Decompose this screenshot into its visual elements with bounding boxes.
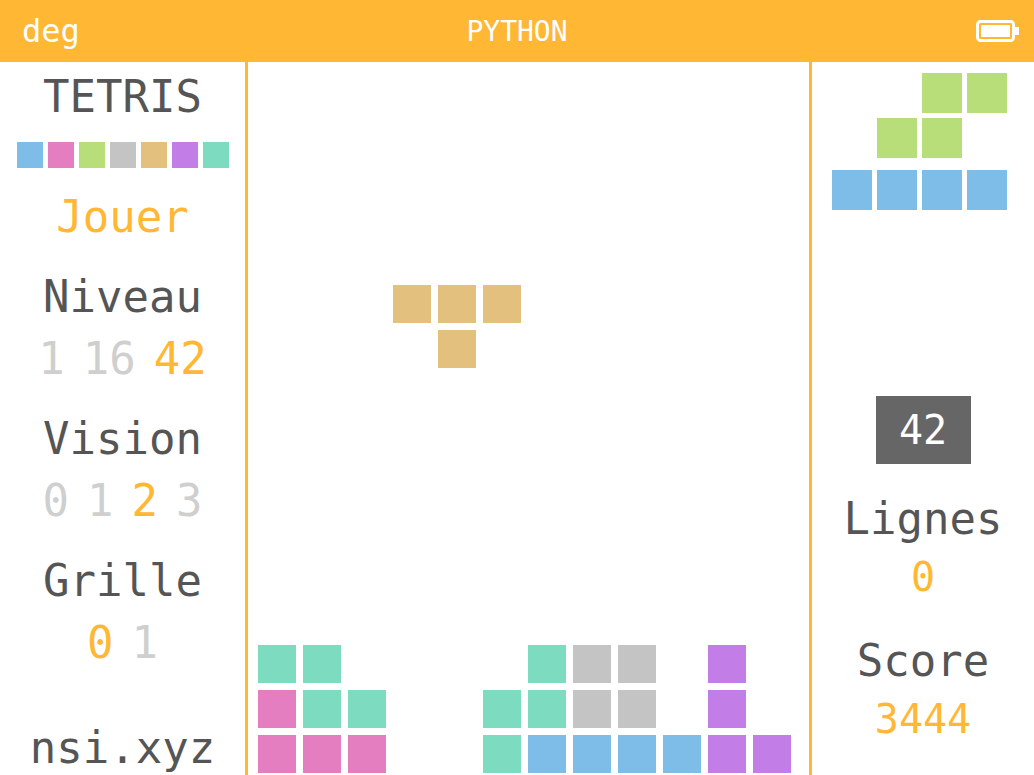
board-cell: [573, 735, 611, 773]
board-cell: [303, 690, 341, 728]
setting-option[interactable]: 16: [83, 328, 136, 390]
palette-swatch: [203, 142, 229, 168]
setting-option[interactable]: 1: [87, 470, 114, 532]
piece-cell: [967, 170, 1007, 210]
piece-cell: [922, 73, 962, 113]
board-cell: [573, 690, 611, 728]
site-link[interactable]: nsi.xyz: [30, 723, 215, 775]
board-cell: [483, 690, 521, 728]
setting-option[interactable]: 42: [154, 328, 207, 390]
color-palette: [17, 142, 229, 168]
lines-label: Lignes: [844, 490, 1003, 548]
game-board: [245, 62, 812, 775]
info-panel: 42 Lignes0 Score3444: [812, 62, 1034, 775]
menu-panel: TETRISJouerNiveau11642Vision0123Grille01…: [0, 62, 245, 775]
board-cell: [663, 735, 701, 773]
setting-option[interactable]: 1: [131, 612, 158, 674]
angle-unit: deg: [22, 12, 80, 50]
next-piece: [832, 73, 1034, 158]
piece-cell: [922, 118, 962, 158]
board-cell: [753, 735, 791, 773]
score-label: Score: [857, 632, 989, 690]
setting: Grille01: [43, 550, 202, 674]
palette-swatch: [141, 142, 167, 168]
palette-swatch: [172, 142, 198, 168]
board-cell: [258, 690, 296, 728]
setting-option[interactable]: 0: [43, 470, 70, 532]
board-cell: [258, 735, 296, 773]
palette-swatch: [48, 142, 74, 168]
setting-options: 0123: [43, 470, 203, 532]
calculator-screen: degPYTHONTETRISJouerNiveau11642Vision012…: [0, 0, 1034, 775]
setting-label: Vision: [43, 408, 202, 470]
palette-swatch: [17, 142, 43, 168]
board-cell: [393, 285, 431, 323]
game-title: TETRIS: [43, 66, 202, 128]
setting-label: Grille: [43, 550, 202, 612]
board-cell: [618, 690, 656, 728]
board-cell: [708, 690, 746, 728]
setting: Vision0123: [43, 408, 203, 532]
lines-value: 0: [911, 548, 935, 606]
play-button[interactable]: Jouer: [56, 186, 188, 248]
board-cell: [303, 645, 341, 683]
piece-cell: [922, 170, 962, 210]
board-cell: [438, 330, 476, 368]
palette-swatch: [79, 142, 105, 168]
palette-swatch: [110, 142, 136, 168]
level-badge: 42: [876, 396, 971, 464]
board-cell: [348, 690, 386, 728]
next-piece: [832, 170, 1034, 210]
board-cell: [483, 285, 521, 323]
score-value: 3444: [875, 690, 971, 748]
setting-label: Niveau: [43, 266, 202, 328]
setting-options: 01: [87, 612, 158, 674]
setting-option[interactable]: 3: [176, 470, 203, 532]
board-cell: [528, 645, 566, 683]
status-bar: deg PYTHON: [0, 0, 1034, 62]
setting-option[interactable]: 0: [87, 612, 114, 674]
setting-option[interactable]: 1: [38, 328, 65, 390]
setting: Niveau1 16 42: [38, 266, 206, 390]
board-cell: [708, 735, 746, 773]
board-cell: [303, 735, 341, 773]
piece-cell: [877, 118, 917, 158]
board-cell: [258, 645, 296, 683]
setting-option[interactable]: 2: [132, 470, 159, 532]
board-cell: [483, 735, 521, 773]
board-cell: [438, 285, 476, 323]
piece-cell: [967, 73, 1007, 113]
board-cell: [528, 735, 566, 773]
board-cell: [573, 645, 611, 683]
next-pieces: [812, 62, 1034, 210]
piece-cell: [832, 170, 872, 210]
app-name: PYTHON: [466, 15, 567, 48]
board-cell: [348, 735, 386, 773]
piece-cell: [877, 170, 917, 210]
board-cell: [618, 735, 656, 773]
board-cell: [708, 645, 746, 683]
board-cell: [528, 690, 566, 728]
setting-options: 1 16 42: [38, 328, 206, 390]
board-cell: [618, 645, 656, 683]
battery-icon: [976, 20, 1020, 42]
